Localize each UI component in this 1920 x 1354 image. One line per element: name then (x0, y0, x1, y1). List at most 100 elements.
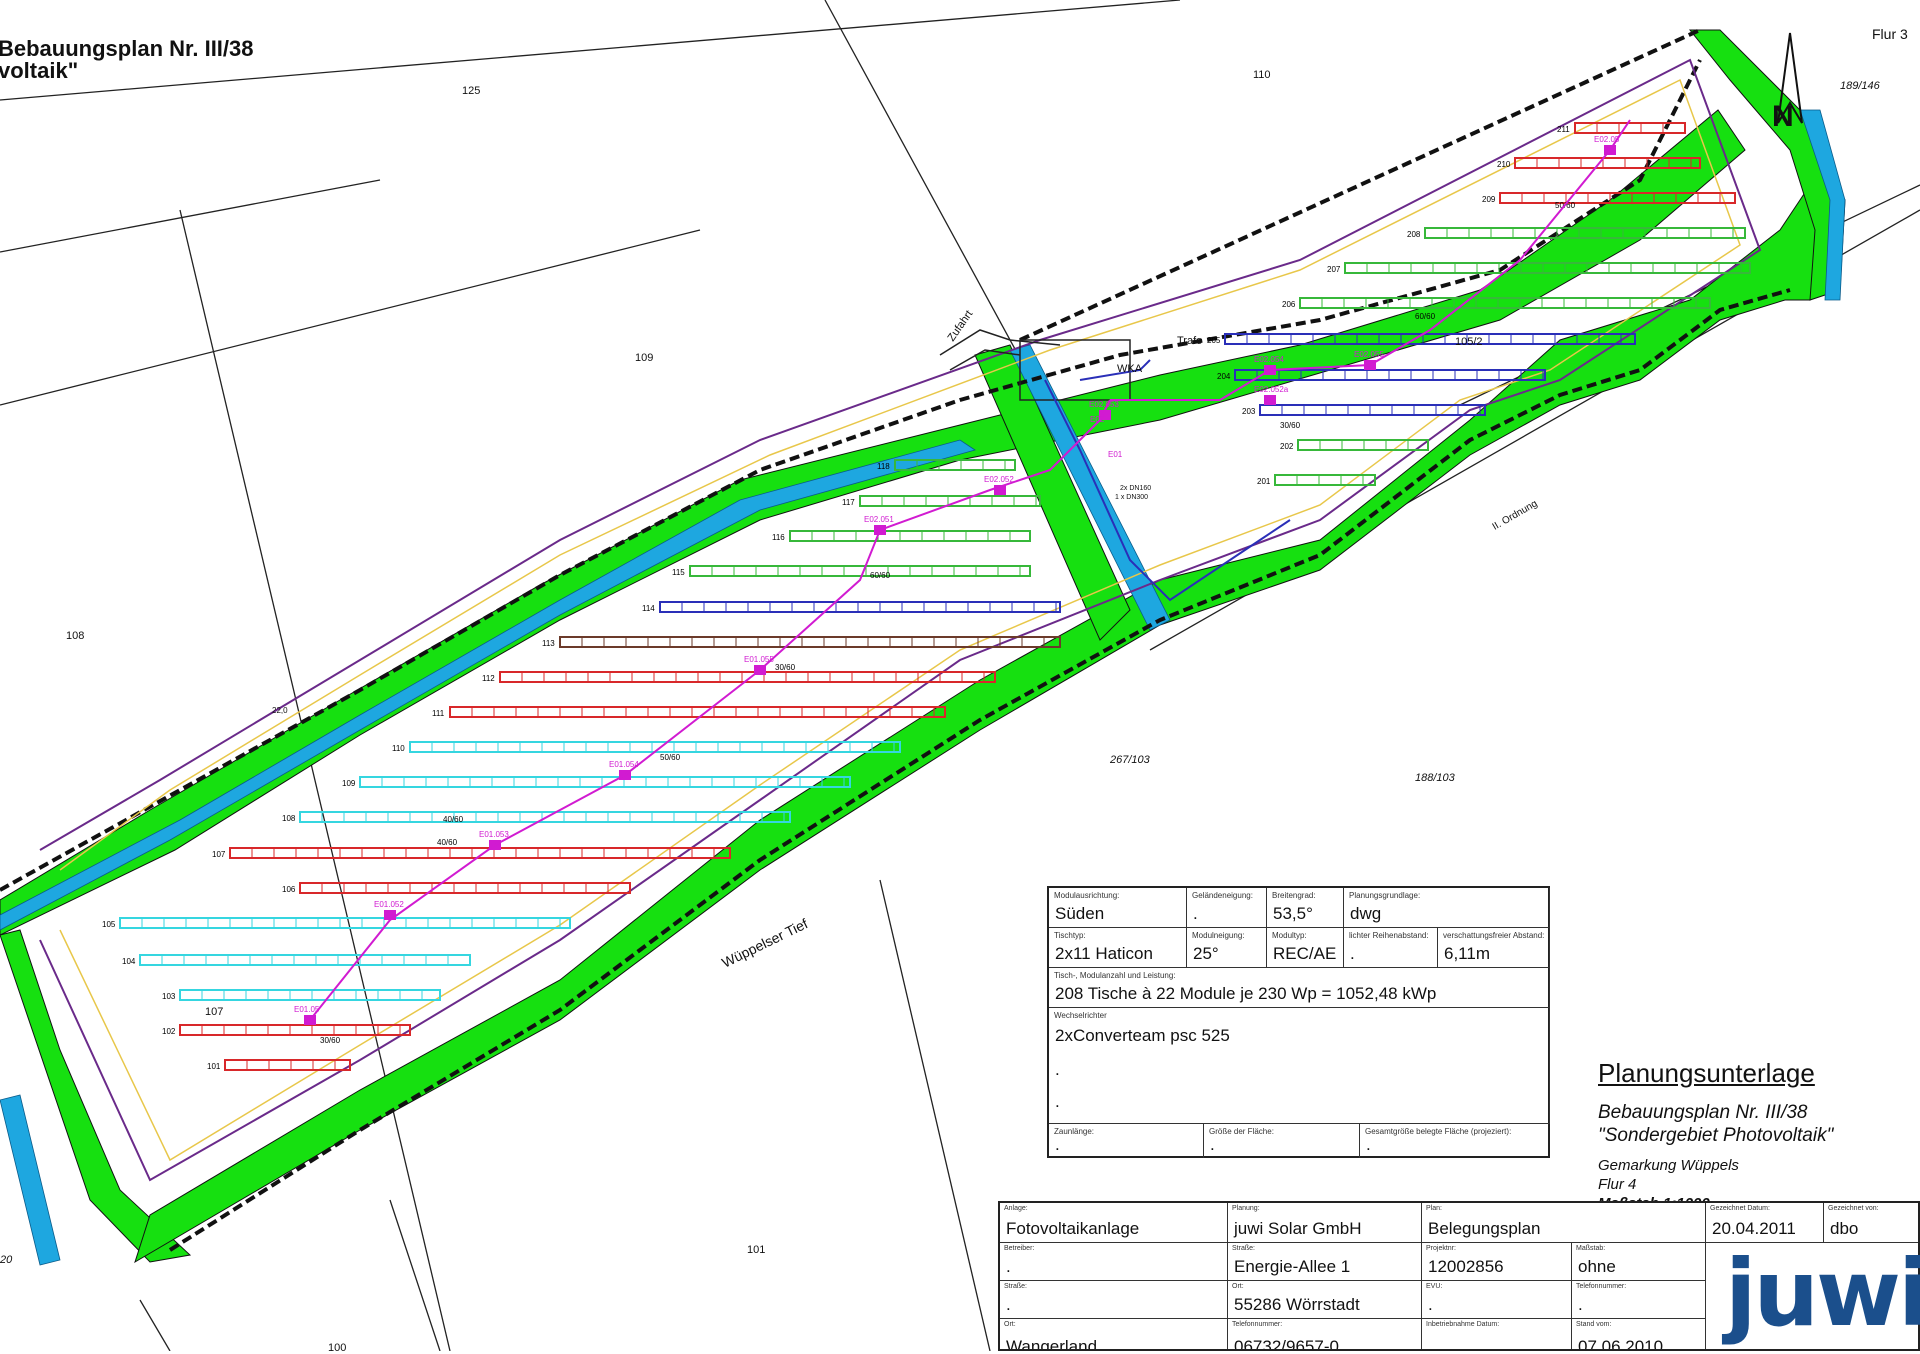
row-west-107: 107 (212, 847, 731, 859)
row-east-206-label: 206 (1282, 300, 1296, 309)
inbetrieb-value: . (1428, 1337, 1433, 1351)
inverter-label: E01.055 (744, 655, 774, 664)
wechselrichter-dot2: . (1055, 1092, 1060, 1111)
plan-value: Belegungsplan (1428, 1219, 1541, 1238)
row-west-108-label: 108 (282, 814, 296, 823)
inverter-label: E02.055 (1354, 350, 1384, 359)
anlage-caption: Anlage: (1004, 1205, 1028, 1212)
row-west-117-label: 117 (842, 498, 855, 507)
parcel-189-146: 189/146 (1840, 80, 1880, 92)
gelaende-value: . (1193, 904, 1198, 923)
inbetrieb-caption: Inbetriebnahme Datum: (1426, 1321, 1500, 1328)
inverter-label: E02.052a (1254, 385, 1289, 394)
cable-label: 40/60 (437, 838, 458, 847)
planung-value: juwi Solar GmbH (1234, 1219, 1362, 1238)
cable-label: 30/60 (320, 1036, 341, 1045)
cable-label: 60/60 (1415, 312, 1436, 321)
wechselrichter-value: 2xConverteam psc 525 (1055, 1026, 1230, 1045)
modulausrichtung-caption: Modulausrichtung: (1054, 891, 1120, 900)
row-west-103-label: 103 (162, 992, 176, 1001)
massstab-value: ohne (1578, 1257, 1616, 1276)
row-west-103: 103 (162, 989, 441, 1001)
inverter-label: E02.054 (1254, 355, 1284, 364)
inverter-marker (384, 910, 396, 920)
parcel-100: 100 (328, 1342, 347, 1354)
row-east-202: 202 (1280, 439, 1429, 451)
module-info-box: Modulausrichtung: Süden Geländeneigung:. … (1047, 886, 1550, 1158)
leistung-caption: Tisch-, Modulanzahl und Leistung: (1054, 971, 1176, 980)
modulneigung-caption: Modulneigung: (1192, 931, 1245, 940)
legend-line2: "Sondergebiet Photovoltaik" (1598, 1125, 1834, 1146)
parcel-20: 20 (0, 1254, 13, 1266)
row-west-115-label: 115 (672, 568, 685, 577)
plan-caption: Plan: (1426, 1205, 1442, 1212)
cable-label: 60/60 (870, 571, 891, 580)
row-east-211-label: 211 (1557, 125, 1570, 134)
row-west-116-label: 116 (772, 533, 785, 542)
wechselrichter-dot1: . (1055, 1060, 1060, 1079)
row-west-112: 112 (482, 671, 996, 683)
parcel-107: 107 (205, 1006, 224, 1018)
leistung-value: 208 Tische à 22 Module je 230 Wp = 1052,… (1055, 984, 1437, 1003)
reihenabstand-value: . (1350, 944, 1355, 963)
row-east-201-label: 201 (1257, 477, 1271, 486)
row-east-203-label: 203 (1242, 407, 1256, 416)
row-west-110: 110 (392, 741, 901, 753)
row-west-109: 109 (342, 776, 851, 788)
flaeche-caption: Größe der Fläche: (1209, 1127, 1274, 1136)
gesamt-value: . (1366, 1135, 1371, 1154)
modultyp-caption: Modultyp: (1272, 931, 1307, 940)
north-label: N (1772, 100, 1794, 133)
gesamt-caption: Gesamtgröße belegte Fläche (projeziert): (1365, 1127, 1512, 1136)
stand-value: 07.06.2010 (1578, 1337, 1664, 1351)
abstand-caption: verschattungsfreier Abstand: (1443, 931, 1545, 940)
inverter-label: E01.053 (479, 830, 509, 839)
betreiber-value: . (1006, 1257, 1011, 1276)
parcel-109: 109 (635, 352, 654, 364)
row-west-112-label: 112 (482, 674, 495, 683)
legend-line4: Flur 4 (1598, 1176, 1637, 1193)
row-west-106-label: 106 (282, 885, 296, 894)
evu-value: . (1428, 1295, 1433, 1314)
ort2-caption: Ort: (1004, 1321, 1016, 1328)
telefon2-value: 06732/9657-0 (1234, 1337, 1339, 1351)
cable-label: 30/60 (1280, 421, 1301, 430)
blue-water-strips (0, 109, 1846, 1266)
row-east-209: 209 (1482, 192, 1736, 204)
trafo-label: Trafo (1177, 335, 1203, 347)
row-west-113: 113 (542, 636, 1061, 648)
row-east-203: 203 (1242, 404, 1486, 416)
e01-label: E01 (1108, 450, 1123, 459)
ort-caption: Ort: (1232, 1283, 1244, 1290)
inverter-label: E02.051 (864, 515, 894, 524)
flaeche-value: . (1210, 1135, 1215, 1154)
parcel-105-2: 105/2 (1455, 336, 1483, 348)
strasse-caption: Straße: (1232, 1245, 1255, 1252)
planungsgrundlage-value: dwg (1350, 904, 1382, 923)
row-east-207-label: 207 (1327, 265, 1341, 274)
row-west-102-label: 102 (162, 1027, 176, 1036)
cable-label: 30/60 (775, 663, 796, 672)
row-east-205-label: 205 (1207, 336, 1221, 345)
stand-caption: Stand vom: (1576, 1321, 1612, 1328)
planning-legend: Planungsunterlage Bebauungsplan Nr. III/… (1598, 1058, 1833, 1204)
planung-caption: Planung: (1232, 1205, 1260, 1212)
inverter-label: E01.052 (374, 900, 404, 909)
breitengrad-value: 53,5° (1273, 904, 1313, 923)
zaun-caption: Zaunlänge: (1054, 1127, 1095, 1136)
inverter-label: E02.053 (1089, 400, 1119, 409)
row-west-101: 101 (207, 1059, 351, 1071)
row-west-111: 111 (432, 706, 946, 718)
anlage-value: Fotovoltaikanlage (1006, 1219, 1140, 1238)
row-west-104: 104 (122, 954, 471, 966)
row-west-101-label: 101 (207, 1062, 221, 1071)
ort2-value: Wangerland (1006, 1337, 1098, 1351)
flur-label: Flur 3 (1872, 26, 1908, 42)
ort-value: 55286 Wörrstadt (1234, 1295, 1360, 1314)
dn160-label: 2x DN160 (1120, 485, 1152, 492)
dimension-22: 22,0 (272, 706, 288, 715)
massstab-caption: Maßstab: (1576, 1245, 1606, 1252)
parcel-125: 125 (462, 85, 481, 97)
inverter-marker (1264, 395, 1276, 405)
row-west-115: 115 (672, 565, 1031, 577)
